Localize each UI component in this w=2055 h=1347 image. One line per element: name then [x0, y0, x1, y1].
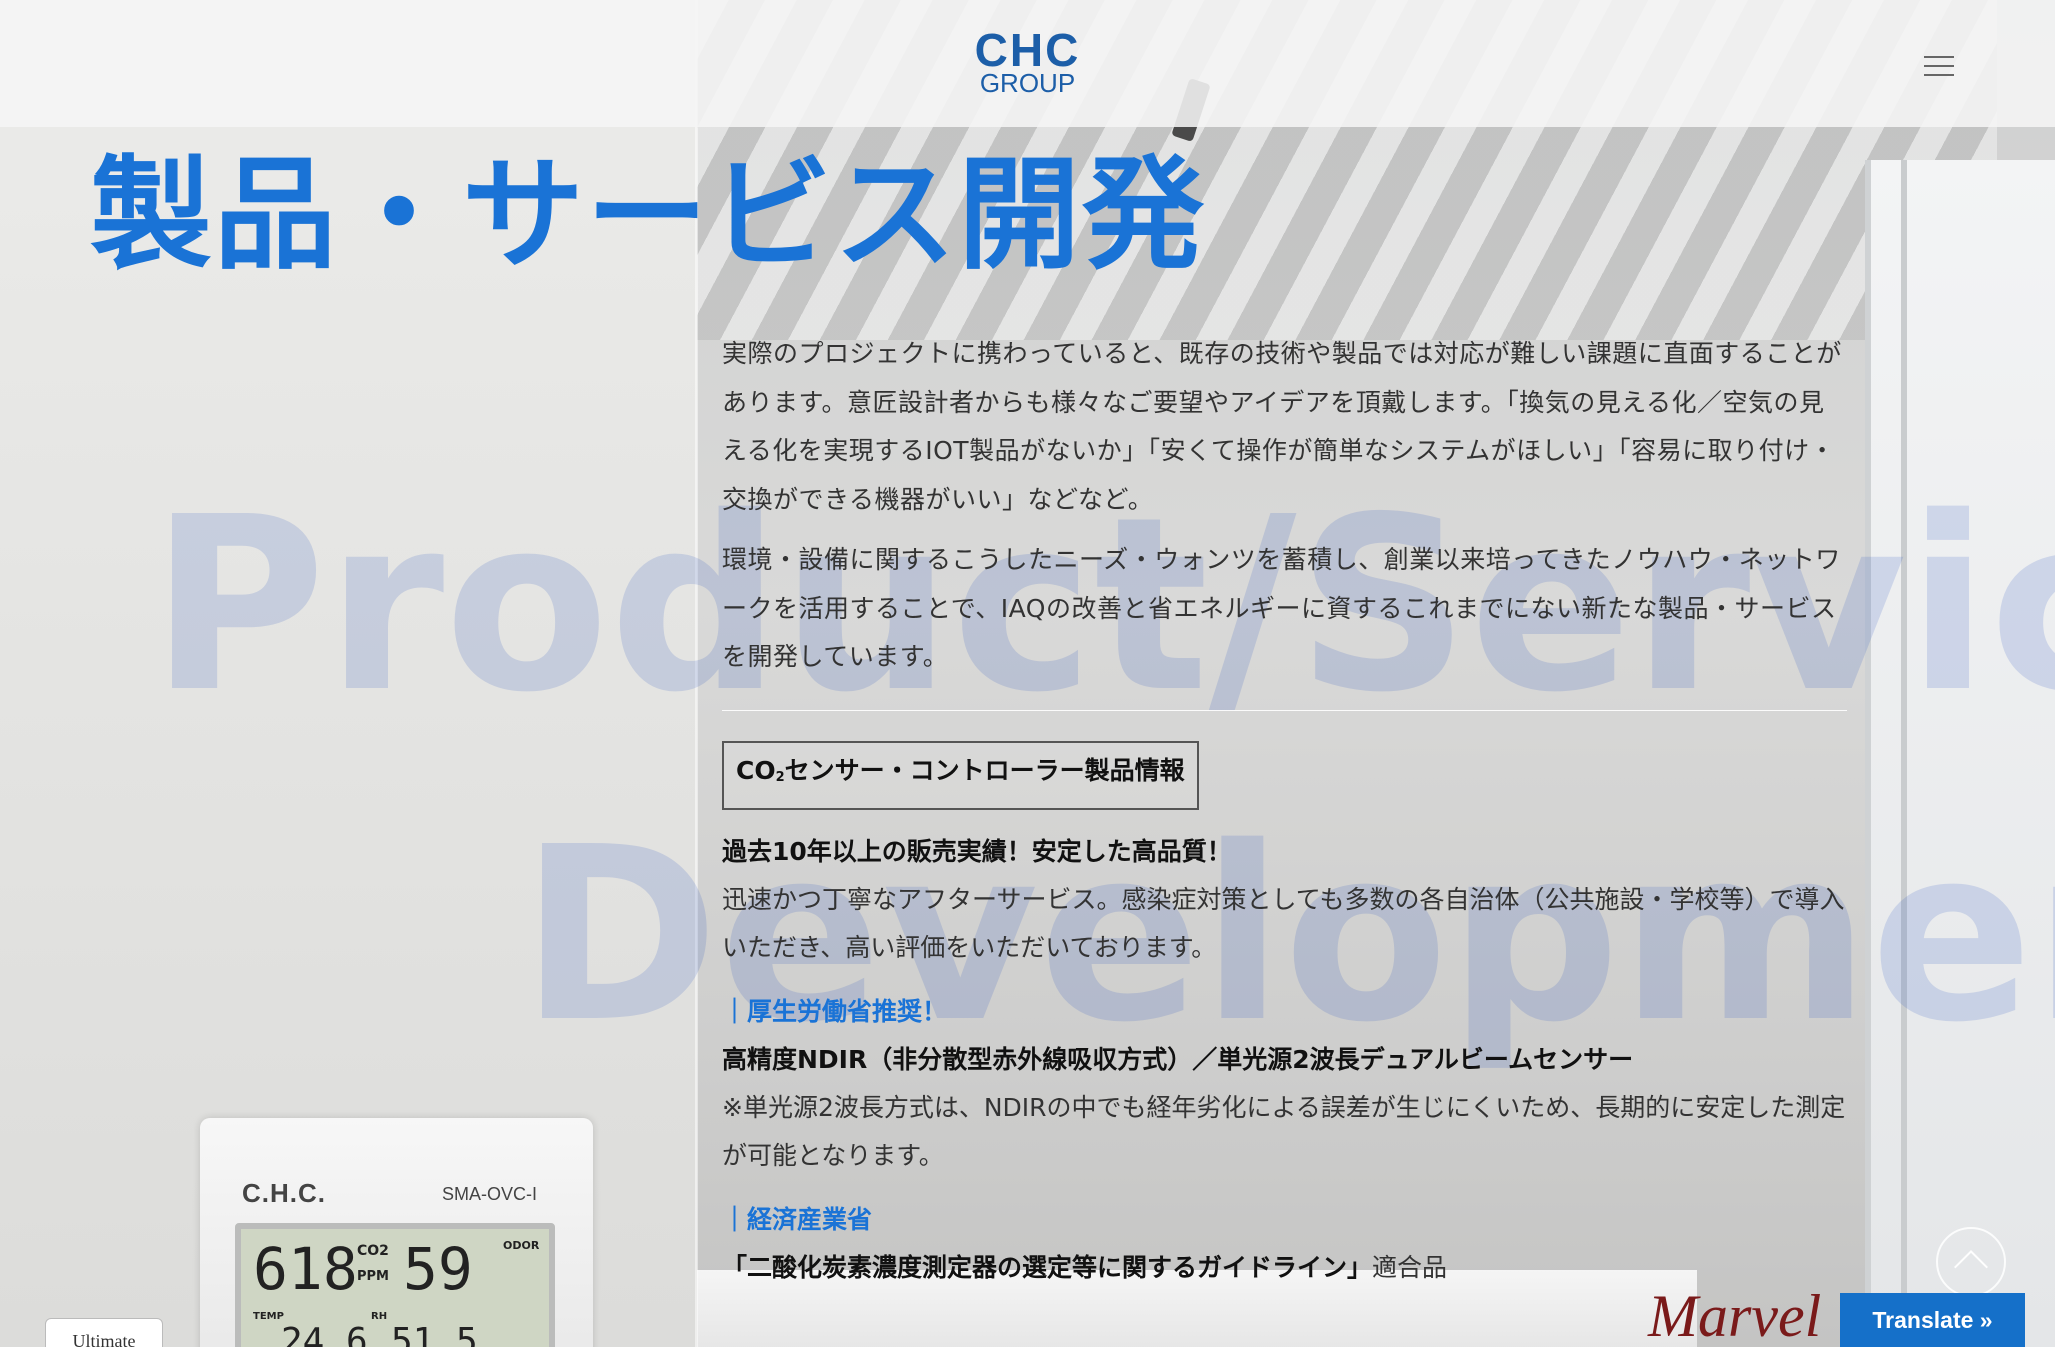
mhlw-recommended-tag: 厚生労働省推奨！: [722, 988, 1847, 1036]
device-lcd-screen: 618 CO2 PPM 59 ODOR TEMP RH 24.6 51.5: [235, 1223, 555, 1347]
chc-group-logo[interactable]: CHC GROUP: [970, 24, 1085, 98]
lcd-rh-label: RH: [371, 1311, 388, 1322]
ultimate-badge: Ultimate: [45, 1318, 163, 1347]
meti-tag: 経済産業省: [722, 1196, 1847, 1244]
ndir-sensor-heading: 高精度NDIR（非分散型赤外線吸収方式）／単光源2波長デュアルビームセンサー: [722, 1044, 1634, 1074]
after-service-text: 迅速かつ丁寧なアフターサービス。感染症対策としても多数の各自治体（公共施設・学校…: [722, 884, 1845, 962]
translate-button[interactable]: Translate »: [1840, 1293, 2025, 1347]
lcd-rh-value: 51.5: [391, 1321, 478, 1347]
marvel-logo: Marvel: [1648, 1283, 1822, 1347]
device-brand: C.H.C.: [242, 1178, 326, 1208]
lcd-temp-label: TEMP: [253, 1311, 284, 1322]
product-button-subscript: 2: [775, 769, 785, 785]
lcd-co2-label: CO2: [357, 1243, 389, 1259]
lcd-co2-value: 618: [253, 1235, 358, 1303]
sales-record-heading: 過去10年以上の販売実績！安定した高品質！: [722, 836, 1232, 866]
lcd-odor-label: ODOR: [503, 1239, 540, 1252]
chevron-up-icon[interactable]: [1936, 1227, 2006, 1297]
guideline-title: 「二酸化炭素濃度測定器の選定等に関するガイドライン」: [722, 1252, 1373, 1282]
hamburger-menu-icon[interactable]: [1924, 56, 1954, 78]
product-button-label: センサー・コントローラー製品情報: [784, 755, 1185, 785]
lcd-temp-value: 24.6: [281, 1321, 368, 1347]
site-header: CHC GROUP: [0, 0, 2055, 127]
lcd-odor-value: 59: [403, 1235, 473, 1303]
co2-sensor-device-image: C.H.C. SMA-OVC-I 618 CO2 PPM 59 ODOR TEM…: [200, 1118, 593, 1347]
lcd-ppm-label: PPM: [357, 1269, 389, 1284]
product-button-prefix: CO: [736, 755, 776, 785]
ndir-sensor-note: ※単光源2波長方式は、NDIRの中でも経年劣化による誤差が生じにくいため、長期的…: [722, 1092, 1846, 1170]
device-model: SMA-OVC-I: [442, 1184, 538, 1204]
logo-group-text: GROUP: [979, 68, 1076, 98]
guideline-suffix: 適合品: [1372, 1252, 1448, 1282]
main-content: 実際のプロジェクトに携わっていると、既存の技術や製品では対応が難しい課題に直面す…: [722, 330, 1847, 1292]
co2-product-info-button[interactable]: CO2センサー・コントローラー製品情報: [722, 740, 1199, 810]
logo-chc-text: CHC: [974, 24, 1081, 76]
page-title: 製品・サービス開発: [90, 144, 1206, 286]
intro-paragraph-2: 環境・設備に関するこうしたニーズ・ウォンツを蓄積し、創業以来培ってきたノウハウ・…: [722, 545, 1841, 671]
intro-paragraph-1: 実際のプロジェクトに携わっていると、既存の技術や製品では対応が難しい課題に直面す…: [722, 339, 1842, 514]
section-divider: [722, 709, 1847, 711]
